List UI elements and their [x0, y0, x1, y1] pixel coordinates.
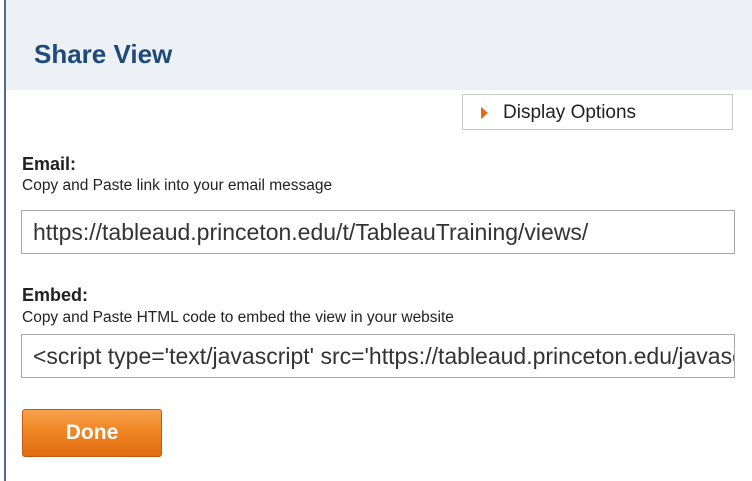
embed-label: Embed:: [22, 285, 89, 305]
display-options-label: Display Options: [503, 102, 637, 123]
email-link-field[interactable]: [22, 211, 734, 253]
email-label: Email:: [22, 154, 77, 174]
embed-help-text: Copy and Paste HTML code to embed the vi…: [22, 309, 454, 326]
embed-code-field[interactable]: [22, 335, 734, 377]
email-link-field-wrapper: [21, 210, 735, 254]
share-view-dialog: Share View Display Options Email: Copy a…: [0, 0, 752, 481]
display-options-toggle[interactable]: Display Options: [462, 94, 733, 130]
triangle-right-icon: [481, 107, 488, 119]
embed-code-field-wrapper: [21, 334, 735, 378]
done-button[interactable]: Done: [22, 409, 162, 457]
dialog-header: Share View: [6, 0, 752, 90]
email-help-text: Copy and Paste link into your email mess…: [22, 177, 333, 194]
dialog-title: Share View: [34, 39, 173, 69]
